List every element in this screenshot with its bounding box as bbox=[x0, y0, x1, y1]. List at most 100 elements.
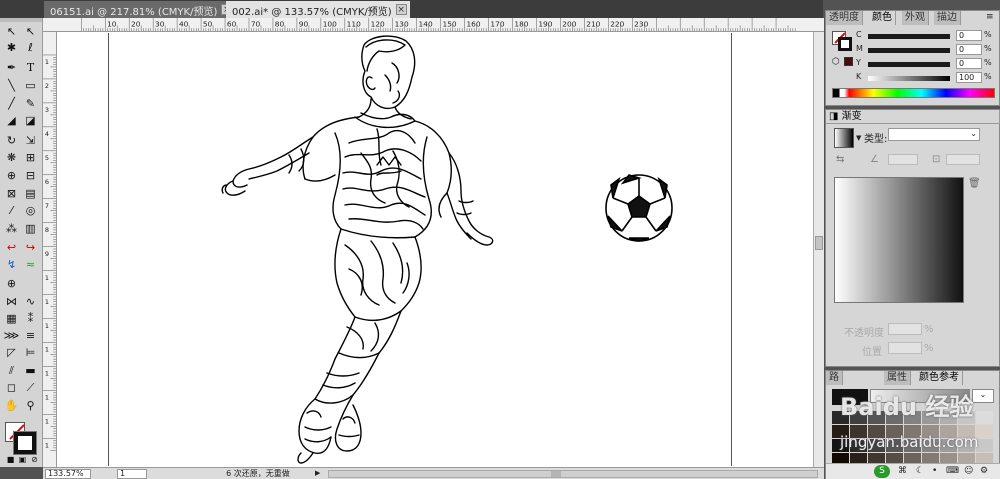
eyedropper-tool-icon[interactable]: ⁄ bbox=[3, 203, 20, 218]
user-icon[interactable]: ☺ bbox=[964, 466, 973, 476]
out-of-gamut-swatch[interactable] bbox=[844, 57, 853, 66]
five-stroke-icon[interactable]: ⌘ bbox=[898, 466, 907, 476]
vertical-scrollbar[interactable] bbox=[813, 32, 824, 467]
cyan-slider[interactable]: C 0 % bbox=[856, 30, 1000, 42]
custom-tool-blue-icon[interactable]: ↯ bbox=[3, 257, 20, 272]
horizontal-scrollbar[interactable] bbox=[328, 470, 818, 478]
free-transform-tool-icon[interactable]: ⊞ bbox=[22, 150, 39, 165]
yellow-slider[interactable]: Y 0 % bbox=[856, 58, 1000, 70]
zigzag-tool-icon[interactable]: ⋙ bbox=[3, 328, 20, 343]
magenta-value[interactable]: 0 bbox=[956, 44, 982, 55]
zoom-tool-icon[interactable]: ⚲ bbox=[22, 398, 39, 413]
mesh-tool-icon[interactable]: ⊠ bbox=[3, 186, 20, 201]
color-spectrum-bar[interactable] bbox=[832, 88, 995, 98]
type-tool-icon[interactable]: T bbox=[22, 60, 39, 75]
panel-menu-icon[interactable]: ≡ bbox=[986, 12, 994, 22]
stroke-color-swatch[interactable] bbox=[838, 37, 852, 51]
selection-tool-icon[interactable]: ↖ bbox=[3, 24, 20, 39]
bowtie-tool-icon[interactable]: ⋈ bbox=[3, 294, 20, 309]
perspective-grid-tool-icon[interactable]: ⊟ bbox=[22, 168, 39, 183]
custom-curve-red-icon[interactable]: ↪ bbox=[22, 240, 39, 255]
gradient-dropdown-arrow-icon[interactable]: ▼ bbox=[856, 134, 861, 142]
black-slider[interactable]: K 100 % bbox=[856, 72, 1000, 84]
grid-tool-icon[interactable]: ▦ bbox=[3, 311, 20, 326]
eraser-tool-icon[interactable]: ◪ bbox=[22, 113, 39, 128]
paintbrush-tool-icon[interactable]: ╱ bbox=[3, 96, 20, 111]
bars-tool-icon[interactable]: ▬ bbox=[22, 363, 39, 378]
magenta-slider[interactable]: M 0 % bbox=[856, 44, 1000, 56]
warp-tool-icon[interactable]: ❋ bbox=[3, 150, 20, 165]
magenta-track[interactable] bbox=[868, 48, 950, 53]
delete-stop-icon[interactable]: 🗑 bbox=[968, 178, 981, 189]
canvas[interactable] bbox=[57, 32, 813, 467]
document-tab-06151[interactable]: 06151.ai @ 217.81% (CMYK/预览) × bbox=[44, 1, 236, 18]
wave-tool-icon[interactable]: ∿ bbox=[22, 294, 39, 309]
tab-appearance[interactable]: 外观 bbox=[902, 11, 929, 25]
scrollbar-thumb[interactable] bbox=[815, 236, 823, 250]
zoom-field[interactable]: 133.57% bbox=[45, 469, 91, 479]
document-tab-002[interactable]: 002.ai* @ 133.57% (CMYK/预览) × bbox=[226, 1, 410, 18]
opacity-field[interactable] bbox=[888, 323, 922, 335]
stairs-tool-icon[interactable]: ◸ bbox=[3, 345, 20, 360]
close-icon[interactable]: × bbox=[395, 4, 407, 15]
tab-color[interactable]: 颜色 bbox=[869, 11, 896, 25]
rectangle-tool-icon[interactable]: ▭ bbox=[22, 78, 39, 93]
magic-wand-tool-icon[interactable]: ✱ bbox=[3, 40, 20, 55]
lines-tool-icon[interactable]: ≡ bbox=[22, 328, 39, 343]
custom-tool-red-icon[interactable]: ↩ bbox=[3, 240, 20, 255]
soccer-player-artwork[interactable] bbox=[109, 33, 733, 466]
pencil-tool-icon[interactable]: ✎ bbox=[22, 96, 39, 111]
moon-icon[interactable]: ☾ bbox=[916, 466, 924, 476]
angle-field[interactable] bbox=[888, 154, 918, 165]
yellow-track[interactable] bbox=[868, 62, 950, 67]
stroke-swatch[interactable] bbox=[13, 431, 37, 455]
crosshair-tool-icon[interactable]: ⊕ bbox=[3, 276, 20, 291]
tab-transparency[interactable]: 透明度 bbox=[826, 11, 863, 25]
settings-icon[interactable]: ⚙ bbox=[980, 466, 988, 476]
rotate-tool-icon[interactable]: ↻ bbox=[3, 133, 20, 148]
symbol-sprayer-tool-icon[interactable]: ⁂ bbox=[3, 221, 20, 236]
pattern-tool-icon[interactable]: ⁑ bbox=[22, 311, 39, 326]
position-field[interactable] bbox=[888, 342, 922, 354]
shape-builder-tool-icon[interactable]: ⊕ bbox=[3, 168, 20, 183]
toolbar-grip[interactable] bbox=[0, 18, 42, 22]
line-tool-icon[interactable]: ╲ bbox=[3, 78, 20, 93]
lasso-tool-icon[interactable]: ℓ bbox=[22, 40, 39, 55]
knife-tool-icon[interactable]: ⫽ bbox=[3, 363, 20, 378]
scale-tool-icon[interactable]: ⇲ bbox=[22, 133, 39, 148]
align-tool-icon[interactable]: ⊨ bbox=[22, 345, 39, 360]
hand-tool-icon[interactable]: ✋ bbox=[3, 398, 20, 413]
aspect-ratio-field[interactable] bbox=[946, 154, 980, 165]
angle-icon[interactable]: ∠ bbox=[870, 154, 879, 165]
reverse-gradient-icon[interactable]: ⇆ bbox=[836, 154, 844, 165]
blob-brush-tool-icon[interactable]: ◢ bbox=[3, 113, 20, 128]
keyboard-icon[interactable]: ⌨ bbox=[946, 466, 959, 476]
history-arrow-icon[interactable]: ▶ bbox=[315, 469, 323, 478]
aspect-ratio-icon[interactable]: ⊡ bbox=[932, 154, 940, 165]
pen-tool-icon[interactable]: ✒ bbox=[3, 60, 20, 75]
none-mode-icon[interactable]: ⊘ bbox=[26, 455, 43, 465]
direct-selection-tool-icon[interactable]: ↖ bbox=[22, 24, 39, 39]
input-method-icon[interactable]: S bbox=[874, 465, 890, 478]
cyan-value[interactable]: 0 bbox=[956, 30, 982, 41]
blend-tool-icon[interactable]: ◎ bbox=[22, 203, 39, 218]
yellow-value[interactable]: 0 bbox=[956, 58, 982, 69]
artboard-page-field[interactable]: 1 bbox=[117, 469, 147, 479]
dot-icon[interactable]: • bbox=[932, 466, 937, 476]
cyan-track[interactable] bbox=[868, 34, 950, 39]
artboard-tool-icon[interactable]: ◻ bbox=[3, 380, 20, 395]
cube-icon[interactable]: ⬡ bbox=[832, 57, 840, 67]
gradient-tool-icon[interactable]: ▤ bbox=[22, 186, 39, 201]
gradient-preview-swatch[interactable] bbox=[834, 128, 854, 148]
tab-stroke[interactable]: 描边 bbox=[934, 11, 961, 25]
slice-tool-icon[interactable]: ⟋ bbox=[22, 380, 39, 395]
custom-wave-icon[interactable]: ≈ bbox=[22, 257, 39, 272]
tab-gradient[interactable]: ◨ 渐变 bbox=[826, 110, 1000, 124]
artboard[interactable] bbox=[108, 33, 732, 466]
gradient-slider-preview[interactable] bbox=[834, 177, 964, 303]
scrollbar-thumb[interactable] bbox=[551, 471, 561, 477]
column-graph-tool-icon[interactable]: ▥ bbox=[22, 221, 39, 236]
black-track[interactable] bbox=[868, 76, 950, 81]
gradient-type-select[interactable]: ⌄ bbox=[888, 128, 980, 141]
black-value[interactable]: 100 bbox=[956, 72, 982, 83]
